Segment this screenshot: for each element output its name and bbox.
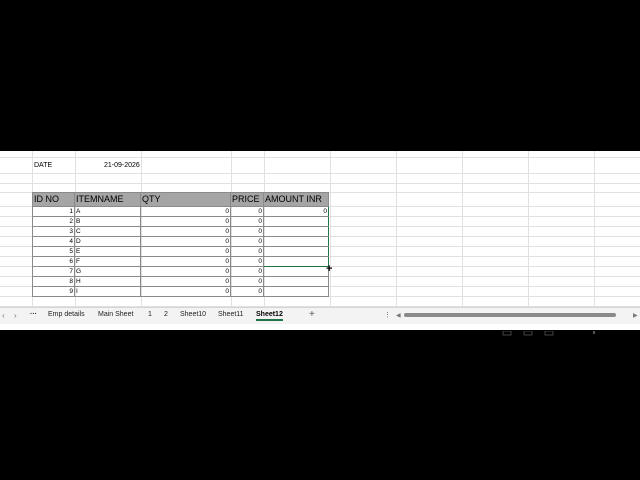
price-cell[interactable]: 0: [230, 246, 264, 257]
price-cell[interactable]: 0: [230, 226, 264, 237]
table-row: 8H00: [32, 276, 329, 287]
page-layout-view-icon: [523, 330, 533, 336]
tab-1[interactable]: 1: [148, 311, 152, 318]
id-cell[interactable]: 2: [32, 216, 75, 227]
itemname-cell[interactable]: A: [74, 206, 141, 217]
chevron-right-icon[interactable]: ›: [14, 311, 17, 320]
gridline-horizontal: [0, 157, 640, 158]
gridline-horizontal: [0, 173, 640, 174]
page-break-view-icon: [544, 330, 554, 336]
price-cell[interactable]: 0: [230, 216, 264, 227]
more-sheets-button[interactable]: ···: [30, 311, 37, 318]
table-row: 2B00: [32, 216, 329, 227]
itemname-cell[interactable]: D: [74, 236, 141, 247]
tab-sheet10[interactable]: Sheet10: [180, 311, 206, 318]
price-cell[interactable]: 0: [230, 276, 264, 287]
chevron-left-icon[interactable]: ‹: [2, 311, 5, 320]
gridline-vertical: [396, 151, 397, 307]
amount-cell[interactable]: [263, 216, 329, 227]
id-cell[interactable]: 6: [32, 256, 75, 267]
qty-cell[interactable]: 0: [140, 276, 231, 287]
tab-sheet12[interactable]: Sheet12: [256, 311, 283, 321]
amount-cell[interactable]: [263, 256, 329, 267]
qty-cell[interactable]: 0: [140, 236, 231, 247]
amount-cell[interactable]: [263, 266, 329, 277]
table-row: 3C00: [32, 226, 329, 237]
amount-cell[interactable]: [263, 236, 329, 247]
normal-view-icon: [502, 330, 512, 336]
items-table: ID NO ITEMNAME QTY PRICE AMOUNT INR 1A00…: [32, 192, 329, 297]
id-cell[interactable]: 7: [32, 266, 75, 277]
col-header-price[interactable]: PRICE: [230, 192, 264, 207]
id-cell[interactable]: 3: [32, 226, 75, 237]
status-bar: [0, 324, 640, 336]
tab-main-sheet[interactable]: Main Sheet: [98, 311, 133, 318]
crosshair-cursor-icon: +: [326, 263, 333, 275]
qty-cell[interactable]: 0: [140, 286, 231, 297]
worksheet-grid[interactable]: DATE 21-09-2026 ID NO ITEMNAME QTY PRICE…: [0, 151, 640, 321]
itemname-cell[interactable]: I: [74, 286, 141, 297]
table-row: 6F00: [32, 256, 329, 267]
itemname-cell[interactable]: B: [74, 216, 141, 227]
id-cell[interactable]: 5: [32, 246, 75, 257]
add-sheet-button[interactable]: +: [309, 309, 315, 320]
col-header-amount[interactable]: AMOUNT INR: [263, 192, 329, 207]
table-row: 5E00: [32, 246, 329, 257]
id-cell[interactable]: 4: [32, 236, 75, 247]
gridline-vertical: [330, 151, 331, 307]
tab-sheet11[interactable]: Sheet11: [218, 311, 244, 318]
scrollbar-thumb[interactable]: [404, 313, 616, 317]
view-buttons-strip: [502, 330, 595, 336]
gridline-vertical: [462, 151, 463, 307]
date-value-cell[interactable]: 21-09-2026: [104, 162, 140, 169]
amount-cell[interactable]: [263, 276, 329, 287]
amount-cell[interactable]: [263, 226, 329, 237]
id-cell[interactable]: 1: [32, 206, 75, 217]
gridline-horizontal: [0, 183, 640, 184]
gridline-vertical: [528, 151, 529, 307]
price-cell[interactable]: 0: [230, 266, 264, 277]
col-header-itemname[interactable]: ITEMNAME: [74, 192, 141, 207]
qty-cell[interactable]: 0: [140, 246, 231, 257]
itemname-cell[interactable]: C: [74, 226, 141, 237]
table-row: 4D00: [32, 236, 329, 247]
gridline-vertical: [594, 151, 595, 307]
zoom-slider-icon: [593, 331, 595, 334]
amount-cell[interactable]: 0: [263, 206, 329, 217]
qty-cell[interactable]: 0: [140, 256, 231, 267]
table-header-row: ID NO ITEMNAME QTY PRICE AMOUNT INR: [32, 192, 329, 207]
col-header-id[interactable]: ID NO: [32, 192, 75, 207]
qty-cell[interactable]: 0: [140, 266, 231, 277]
qty-cell[interactable]: 0: [140, 226, 231, 237]
qty-cell[interactable]: 0: [140, 216, 231, 227]
price-cell[interactable]: 0: [230, 236, 264, 247]
price-cell[interactable]: 0: [230, 256, 264, 267]
qty-cell[interactable]: 0: [140, 206, 231, 217]
amount-cell[interactable]: [263, 246, 329, 257]
col-header-qty[interactable]: QTY: [140, 192, 231, 207]
price-cell[interactable]: 0: [230, 206, 264, 217]
itemname-cell[interactable]: F: [74, 256, 141, 267]
vertical-ellipsis-icon[interactable]: ⋮: [384, 311, 391, 319]
id-cell[interactable]: 9: [32, 286, 75, 297]
itemname-cell[interactable]: H: [74, 276, 141, 287]
price-cell[interactable]: 0: [230, 286, 264, 297]
table-row: 1A000: [32, 206, 329, 217]
id-cell[interactable]: 8: [32, 276, 75, 287]
tab-emp-details[interactable]: Emp details: [48, 311, 85, 318]
date-label-cell[interactable]: DATE: [34, 162, 52, 169]
itemname-cell[interactable]: E: [74, 246, 141, 257]
horizontal-scrollbar[interactable]: [398, 313, 634, 317]
tab-2[interactable]: 2: [164, 311, 168, 318]
amount-cell[interactable]: [263, 286, 329, 297]
table-row: 9I00: [32, 286, 329, 297]
table-row: 7G00: [32, 266, 329, 277]
itemname-cell[interactable]: G: [74, 266, 141, 277]
